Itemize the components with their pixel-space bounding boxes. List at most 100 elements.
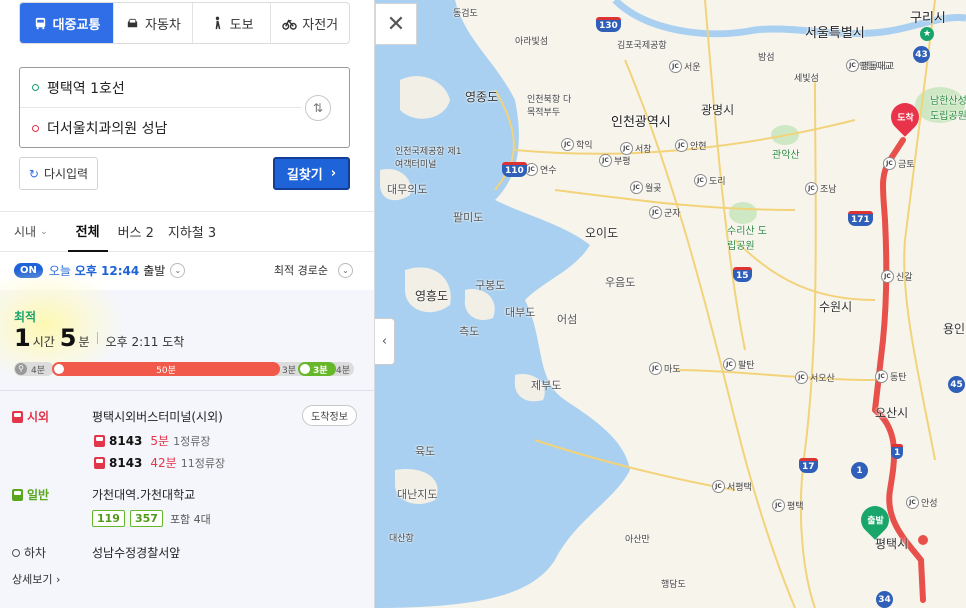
highway-shield: 17 xyxy=(799,458,818,473)
duration-minutes-unit: 분 xyxy=(78,335,90,349)
swap-icon[interactable]: ⇅ xyxy=(305,95,331,121)
map-label: 구봉도 xyxy=(475,279,506,292)
route-start-marker xyxy=(918,535,928,545)
alight-ring-icon xyxy=(12,548,20,557)
timeline-walk-label-2: 3분 xyxy=(282,366,297,376)
timeline-walk-label-3: 4분 xyxy=(336,366,351,376)
detail-link[interactable]: 상세보기 › xyxy=(12,571,60,587)
highway-shield: 130 xyxy=(596,17,621,32)
collapse-panel-icon[interactable]: ‹ xyxy=(375,318,395,365)
junction-marker: JC 학익 xyxy=(561,138,593,151)
junction-marker: JC 도리 xyxy=(694,174,726,187)
junction-label: 영동대교 xyxy=(861,62,895,72)
map-label: 인천국제공항 제1여객터미널 xyxy=(395,147,462,170)
junction-label: 동탄 xyxy=(890,373,907,383)
origin-value: 평택역 1호선 xyxy=(47,80,125,97)
map-label: 영종도 xyxy=(465,90,499,104)
close-map-icon[interactable]: ✕ xyxy=(375,3,417,45)
sort-chevron-icon: ⌄ xyxy=(338,262,353,278)
route-result-card[interactable]: 최적 1 시간 5 분 오후 2:11 도착 ⚲ 4분 3분 50분 4분 3분… xyxy=(0,270,374,608)
map-label: 행담도 xyxy=(661,580,686,590)
bus-stops-away: 1정류장 xyxy=(173,434,211,448)
arrival-info-button[interactable]: 도착정보 xyxy=(302,405,357,426)
junction-label: 마도 xyxy=(664,365,681,375)
junction-marker: JC 안성 xyxy=(906,496,938,509)
departure-chevron-icon[interactable]: ⌄ xyxy=(170,262,186,278)
bus-chip[interactable]: 119 xyxy=(92,510,125,527)
intercity-bus-icon xyxy=(12,410,23,423)
destination-field[interactable]: 더서울치과의원 성남 xyxy=(20,108,300,148)
segment-intercity-type: 시외 xyxy=(27,410,50,424)
boarding-stop-name: 평택시외버스터미널(시외) xyxy=(92,410,223,424)
junction-label: 조남 xyxy=(820,185,837,195)
map-label: 팔미도 xyxy=(453,211,484,224)
map-label: 아라빛섬 xyxy=(515,37,549,47)
reset-button[interactable]: ↻ 다시입력 xyxy=(19,157,98,190)
junction-icon: JC xyxy=(630,181,643,194)
route-shield: 45 xyxy=(948,376,965,393)
result-filter-tabs: 시내 ⌄ 전체 버스 2 지하철 3 xyxy=(0,212,374,252)
bus-line-item[interactable]: 8143 42분 11정류장 xyxy=(94,454,225,471)
mode-transit-label: 대중교통 xyxy=(52,17,101,33)
map-label: 용인 xyxy=(943,322,966,336)
bicycle-icon xyxy=(282,18,298,30)
map-label: 대부도 xyxy=(505,306,536,319)
junction-label: 안현 xyxy=(690,142,707,152)
junction-marker: JC 동탄 xyxy=(875,370,907,383)
junction-icon: JC xyxy=(694,174,707,187)
junction-icon: JC xyxy=(772,499,785,512)
junction-label: 월곶 xyxy=(645,184,662,194)
bus-number-chips: 119 357 포함 4대 xyxy=(92,510,211,527)
duration-separator xyxy=(96,332,98,344)
junction-icon: JC xyxy=(795,371,808,384)
included-count: 포함 4대 xyxy=(169,512,211,526)
sort-dropdown[interactable]: 최적 경로순 ⌄ xyxy=(274,262,353,278)
destination-pin-label: 도착 xyxy=(896,113,914,124)
map-view[interactable]: ✕ ‹ 동검도 아라빛섬 김포국제공항 서울특별시 구리시 밤섬 세빛섬 영동대… xyxy=(375,0,966,608)
bus-chip[interactable]: 357 xyxy=(129,510,163,527)
junction-label: 팔탄 xyxy=(738,361,755,371)
mode-bicycle[interactable]: 자전거 xyxy=(270,3,349,43)
map-label: 인천북항 다목적부두 xyxy=(527,95,572,118)
bus-wait-time: 42분 xyxy=(150,456,177,470)
origin-dot-icon xyxy=(32,84,39,91)
directions-panel: 대중교통 자동차 도보 자전거 평택역 1호선 더서울치과의원 성남 ⇅ ↻ 다… xyxy=(0,0,375,608)
mode-transit[interactable]: 대중교통 xyxy=(20,3,114,43)
junction-icon: JC xyxy=(649,206,662,219)
origin-field[interactable]: 평택역 1호선 xyxy=(20,68,302,108)
map-label: 동검도 xyxy=(453,9,478,19)
junction-icon: JC xyxy=(669,60,682,73)
bus-line-item[interactable]: 8143 5분 1정류장 xyxy=(94,432,210,449)
tab-bus[interactable]: 버스 2 xyxy=(118,212,154,252)
junction-marker: JC 서오산 xyxy=(795,371,835,384)
tab-subway[interactable]: 지하철 3 xyxy=(168,212,216,252)
junction-label: 서운 xyxy=(684,63,701,73)
sort-label: 최적 경로순 xyxy=(273,264,328,277)
route-shield: 1 xyxy=(851,462,868,479)
timeline-intercity-bus-segment: 50분 xyxy=(52,362,280,376)
search-route-button[interactable]: 길찾기 › xyxy=(273,157,350,190)
junction-marker: JC 마도 xyxy=(649,362,681,375)
map-label: 우음도 xyxy=(605,276,636,289)
map-label: 수리산 도립공원 xyxy=(727,226,767,252)
route-input-box: 평택역 1호선 더서울치과의원 성남 ⇅ xyxy=(19,67,350,148)
junction-label: 군자 xyxy=(664,209,681,219)
destination-dot-icon xyxy=(32,124,39,132)
mode-walk[interactable]: 도보 xyxy=(191,3,271,43)
arrival-time: 오후 2:11 도착 xyxy=(105,335,185,349)
tab-all[interactable]: 전체 xyxy=(67,212,108,252)
timeline-city-bus-label: 3분 xyxy=(313,366,328,376)
timeline-city-bus-segment: 3분 xyxy=(298,362,336,376)
timeline-bus-label: 50분 xyxy=(156,366,176,376)
junction-label: 서평택 xyxy=(727,483,752,493)
map-label: 김포국제공항 xyxy=(617,41,667,51)
junction-label: 안성 xyxy=(921,499,938,509)
segment-alight-type: 하차 xyxy=(24,546,47,560)
junction-marker: JC 신갈 xyxy=(881,270,913,283)
origin-pin-label: 출발 xyxy=(866,516,884,527)
region-dropdown-label: 시내 xyxy=(14,225,37,239)
result-divider xyxy=(0,390,374,391)
mode-car[interactable]: 자동차 xyxy=(113,3,192,43)
city-bus-icon xyxy=(12,488,23,501)
region-dropdown[interactable]: 시내 ⌄ xyxy=(14,223,48,240)
